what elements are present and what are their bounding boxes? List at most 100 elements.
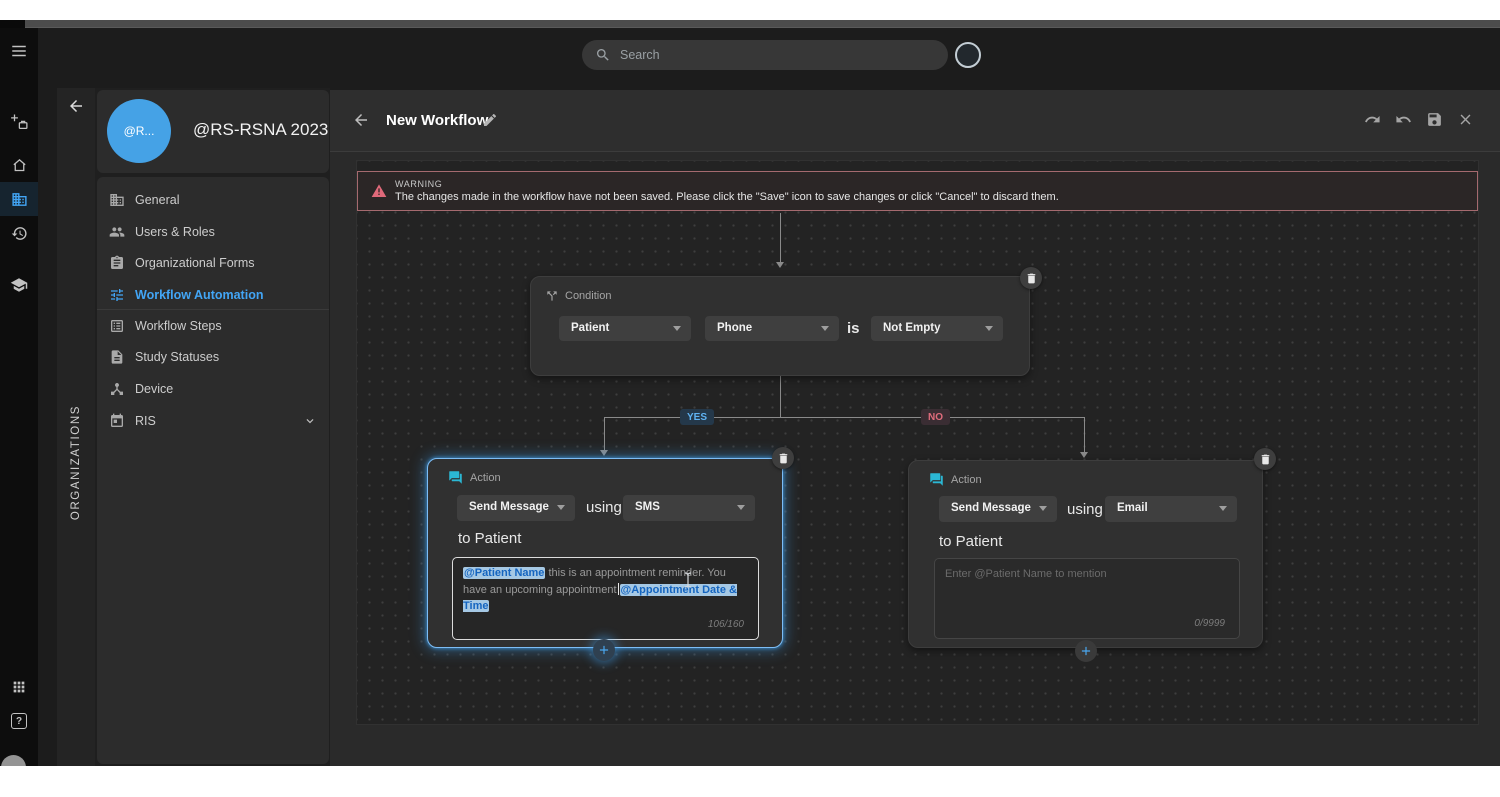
warning-banner: WARNING The changes made in the workflow… (357, 171, 1478, 211)
connector-no-arrow (1080, 452, 1088, 458)
search-bar[interactable] (582, 40, 948, 70)
edit-pencil-icon[interactable] (482, 112, 498, 128)
call-split-icon (545, 289, 559, 303)
action-node-email[interactable]: Action Send Message using Email to Patie… (908, 460, 1263, 648)
sidebar-item-label: RIS (135, 414, 156, 428)
organizations-icon[interactable] (0, 189, 38, 209)
condition-field-dropdown[interactable]: Patient (559, 316, 691, 341)
chat-icon (448, 470, 462, 484)
clipboard-icon (109, 255, 125, 271)
home-icon[interactable] (0, 155, 38, 175)
channel-dropdown[interactable]: SMS (623, 495, 755, 521)
icon-rail: ? (0, 28, 38, 766)
back-icon[interactable] (352, 111, 370, 129)
sidebar-menu: General Users & Roles Organizational For… (97, 177, 329, 764)
undo-icon[interactable] (1395, 111, 1412, 128)
text-caret (618, 583, 619, 595)
action-type-value: Send Message (951, 502, 1031, 514)
sidebar-item-device[interactable]: Device (97, 375, 329, 403)
action-label: Action (470, 472, 501, 484)
add-organization-icon[interactable] (0, 112, 38, 132)
connector-no-line (1084, 417, 1085, 452)
search-input[interactable] (620, 48, 900, 62)
message-placeholder: Enter @Patient Name to mention (945, 568, 1107, 580)
condition-attribute-dropdown[interactable]: Phone (705, 316, 839, 341)
delete-action-sms-icon[interactable] (772, 447, 794, 469)
condition-value: Not Empty (883, 322, 941, 334)
sidebar-item-organizational-forms[interactable]: Organizational Forms (97, 249, 329, 277)
organizations-label-text: ORGANIZATIONS (70, 405, 82, 520)
condition-value-dropdown[interactable]: Not Empty (871, 316, 1003, 341)
delete-condition-icon[interactable] (1020, 267, 1042, 289)
sidebar-item-label: Workflow Steps (135, 319, 222, 333)
help-icon[interactable]: ? (0, 711, 38, 731)
recipient-text: to Patient (458, 530, 521, 547)
action-type-dropdown[interactable]: Send Message (457, 495, 575, 521)
add-step-button-sms[interactable] (593, 639, 615, 661)
chevron-down-icon (985, 326, 993, 331)
recipient-text: to Patient (939, 533, 1002, 550)
organizations-vertical-label: ORGANIZATIONS (57, 383, 95, 543)
warning-label: WARNING (395, 179, 1059, 189)
action-type-dropdown[interactable]: Send Message (939, 496, 1057, 522)
workflow-header: New Workflow (330, 90, 1500, 152)
search-icon (595, 47, 611, 63)
document-icon (109, 349, 125, 365)
sidebar-item-label: Users & Roles (135, 225, 215, 239)
connector-top (780, 213, 781, 262)
message-textarea[interactable]: Enter @Patient Name to mention 0/9999 (934, 558, 1240, 639)
organization-avatar: @R... (107, 99, 171, 163)
message-textarea[interactable]: @Patient Name this is an appointment rem… (452, 557, 759, 640)
chevron-down-icon[interactable] (303, 414, 317, 428)
condition-operator-word: is (847, 320, 860, 337)
connector-yes-arrow (600, 450, 608, 456)
warning-message: The changes made in the workflow have no… (395, 191, 1059, 203)
channel-dropdown[interactable]: Email (1105, 496, 1237, 522)
menu-icon[interactable] (0, 41, 38, 61)
sidebar-item-ris[interactable]: RIS (97, 407, 329, 435)
chevron-down-icon (737, 505, 745, 510)
sidebar-item-users-roles[interactable]: Users & Roles (97, 218, 329, 246)
user-avatar[interactable] (955, 42, 981, 68)
apps-grid-icon[interactable] (0, 677, 38, 697)
collapse-back-icon[interactable] (66, 96, 86, 116)
warning-triangle-icon (371, 183, 387, 199)
education-icon[interactable] (0, 275, 38, 295)
organization-card[interactable]: @R... @RS-RSNA 2023 (97, 90, 329, 173)
history-icon[interactable] (0, 223, 38, 243)
sidebar-item-workflow-steps[interactable]: Workflow Steps (97, 312, 329, 340)
calendar-icon (109, 413, 125, 429)
help-glyph: ? (11, 713, 27, 729)
close-icon[interactable] (1457, 111, 1474, 128)
chevron-down-icon (1219, 506, 1227, 511)
condition-node[interactable]: Condition Patient Phone is Not Empty (530, 276, 1030, 376)
mention-chip: @Patient Name (463, 567, 545, 579)
channel-value: SMS (635, 501, 660, 513)
char-counter: 106/160 (708, 617, 744, 632)
list-box-icon (109, 318, 125, 334)
action-type-value: Send Message (469, 501, 549, 513)
add-step-button-email[interactable] (1075, 640, 1097, 662)
delete-action-email-icon[interactable] (1254, 448, 1276, 470)
action-label: Action (951, 474, 982, 486)
workflow-title: New Workflow (386, 112, 488, 129)
branch-no-badge: NO (921, 409, 950, 425)
sidebar-item-general[interactable]: General (97, 186, 329, 214)
connector-branch-line (604, 417, 1085, 418)
groups-icon (109, 224, 125, 240)
chat-icon (929, 472, 943, 486)
ibeam-cursor (683, 572, 693, 588)
workflow-toolbar (1364, 111, 1474, 128)
sidebar-item-label: Workflow Automation (135, 288, 263, 302)
window-band-corner (0, 20, 25, 28)
menu-divider (97, 309, 329, 310)
channel-value: Email (1117, 502, 1148, 514)
save-icon[interactable] (1426, 111, 1443, 128)
app-window: ? ORGANIZATIONS @R... @RS-RSNA 2023 Gene… (0, 28, 1500, 766)
sidebar-item-workflow-automation[interactable]: Workflow Automation (97, 281, 329, 309)
screen: ? ORGANIZATIONS @R... @RS-RSNA 2023 Gene… (0, 0, 1500, 797)
redo-icon[interactable] (1364, 111, 1381, 128)
sidebar-item-label: General (135, 193, 179, 207)
sidebar-item-study-statuses[interactable]: Study Statuses (97, 343, 329, 371)
action-node-sms[interactable]: Action Send Message using SMS to Patient… (427, 458, 783, 648)
